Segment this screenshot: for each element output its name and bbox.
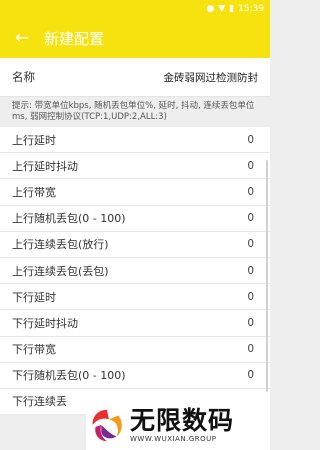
config-row-value[interactable]: 0	[247, 160, 258, 172]
config-row-label: 上行连续丢包(放行)	[12, 238, 109, 252]
config-row-value[interactable]: 0	[247, 238, 258, 250]
back-arrow-icon[interactable]: ←	[0, 18, 44, 58]
battery-icon: ▮	[229, 3, 235, 14]
config-row-label: 下行带宽	[12, 343, 56, 357]
config-row-value[interactable]: 0	[247, 343, 258, 355]
config-row-value[interactable]: 0	[247, 186, 258, 198]
config-row-label: 上行带宽	[12, 185, 56, 199]
status-time: 15:39	[238, 4, 264, 14]
config-row[interactable]: 上行连续丢包(放行) 0	[0, 232, 270, 258]
watermark-logo-icon	[92, 409, 122, 441]
status-bar: ● ▼ ▮ 15:39	[0, 0, 270, 18]
config-row[interactable]: 上行连续丢包(丢包) 0	[0, 258, 270, 285]
config-row[interactable]: 上行延时抖动 0	[0, 153, 270, 180]
config-row-label: 上行延时抖动	[12, 159, 78, 173]
config-row-label: 上行延时	[12, 133, 56, 147]
config-row-label: 上行随机丢包(0 - 100)	[12, 212, 126, 226]
config-row-value[interactable]: 0	[247, 369, 258, 381]
hint-text: 提示: 带宽单位kbps, 随机丢包单位%, 延时, 抖动, 连续丢包单位ms,…	[0, 97, 270, 127]
config-row-value[interactable]: 0	[247, 317, 258, 329]
config-list: 上行延时 0 上行延时抖动 0 上行带宽 0 上行随机丢包(0 - 100) 0 上行连续丢包(…	[0, 127, 270, 416]
config-row-value[interactable]: 0	[247, 265, 258, 277]
config-row-value[interactable]: 0	[247, 291, 258, 303]
scrollbar[interactable]	[266, 160, 268, 392]
page-title: 新建配置	[44, 29, 105, 48]
config-row[interactable]: 上行带宽 0	[0, 179, 270, 206]
app-bar: ← 新建配置	[0, 18, 270, 58]
config-row-label: 下行随机丢包(0 - 100)	[12, 369, 126, 383]
name-label: 名称	[12, 70, 35, 84]
config-row-label: 下行延时	[12, 290, 56, 304]
config-row[interactable]: 上行随机丢包(0 - 100) 0	[0, 206, 270, 232]
config-row[interactable]: 上行延时 0	[0, 127, 270, 154]
location-icon: ●	[206, 3, 215, 14]
config-row-label: 下行连续丢	[12, 395, 67, 409]
watermark-logo: 无限数码 WWW.WUXIAN.GROUP	[86, 399, 270, 450]
config-row-value[interactable]: 0	[247, 212, 258, 224]
watermark-main-text: 无限数码	[130, 405, 235, 435]
config-row-value[interactable]: 0	[247, 134, 258, 146]
watermark-sub-text: WWW.WUXIAN.GROUP	[130, 434, 217, 443]
config-row[interactable]: 下行带宽 0	[0, 337, 270, 363]
name-field[interactable]: 名称 金砖弱网过检测防封	[0, 58, 270, 97]
config-row-label: 下行延时抖动	[12, 316, 78, 330]
config-row[interactable]: 下行延时 0	[0, 284, 270, 311]
name-value[interactable]: 金砖弱网过检测防封	[164, 70, 259, 85]
config-row[interactable]: 下行延时抖动 0	[0, 310, 270, 337]
config-row[interactable]: 下行随机丢包(0 - 100) 0	[0, 363, 270, 389]
wifi-icon: ▼	[218, 3, 226, 14]
config-row-label: 上行连续丢包(丢包)	[12, 264, 109, 278]
